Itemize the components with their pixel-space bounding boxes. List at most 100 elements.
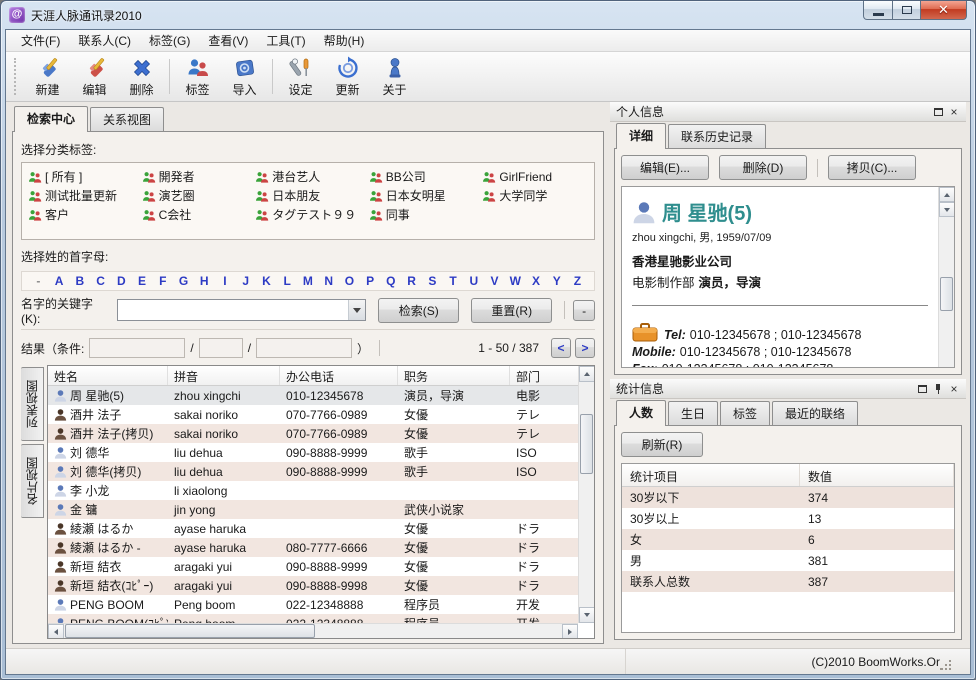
letter-link[interactable]: -: [28, 274, 49, 288]
statistics-row[interactable]: 女 6: [622, 529, 954, 550]
tab-birthday[interactable]: 生日: [668, 401, 718, 425]
table-row[interactable]: 新垣 結衣(ｺﾋﾟｰ) aragaki yui 090-8888-9998 女優…: [48, 576, 578, 595]
letter-link[interactable]: J: [235, 274, 256, 288]
column-stat-item[interactable]: 统计项目: [622, 464, 800, 486]
letter-link[interactable]: D: [111, 274, 132, 288]
tag-item[interactable]: GirlFriend: [478, 170, 592, 184]
panel-pin-button[interactable]: [930, 381, 946, 396]
tag-item[interactable]: 開発者: [138, 168, 252, 185]
tab-people-count[interactable]: 人数: [616, 400, 666, 426]
table-row[interactable]: 酒井 法子(拷贝) sakai noriko 070-7766-0989 女優 …: [48, 424, 578, 443]
panel-float-button[interactable]: [914, 381, 930, 396]
letter-link[interactable]: B: [69, 274, 90, 288]
edit-button[interactable]: 编辑(E)...: [621, 155, 709, 180]
scroll-right-button[interactable]: [562, 624, 578, 639]
tag-item[interactable]: 港台艺人: [251, 168, 365, 185]
scroll-left-button[interactable]: [48, 624, 64, 639]
letter-link[interactable]: V: [484, 274, 505, 288]
scroll-track[interactable]: [316, 624, 562, 638]
letter-link[interactable]: Y: [546, 274, 567, 288]
menu-file[interactable]: 文件(F): [12, 29, 69, 52]
tag-item[interactable]: [ 所有 ]: [24, 168, 138, 185]
settings-button[interactable]: 设定: [277, 54, 324, 99]
tab-tags[interactable]: 标签: [720, 401, 770, 425]
tab-detail[interactable]: 详细: [616, 123, 666, 149]
column-pinyin[interactable]: 拼音: [168, 366, 280, 385]
tag-item[interactable]: 客户: [24, 206, 138, 223]
condition-letter-field[interactable]: [199, 338, 243, 358]
tab-card-view[interactable]: 名片视图: [21, 444, 44, 518]
horizontal-scroll-thumb[interactable]: [65, 624, 315, 638]
column-department[interactable]: 部门: [510, 366, 578, 385]
letter-link[interactable]: Q: [380, 274, 401, 288]
statistics-row[interactable]: 联系人总数 387: [622, 571, 954, 592]
letter-link[interactable]: F: [152, 274, 173, 288]
tag-item[interactable]: 大学同学: [478, 187, 592, 204]
menu-help[interactable]: 帮助(H): [315, 29, 374, 52]
table-row[interactable]: 金 镛 jin yong 武侠小说家: [48, 500, 578, 519]
vertical-scroll-thumb[interactable]: [580, 414, 593, 474]
statistics-row[interactable]: 30岁以下 374: [622, 487, 954, 508]
statistics-row[interactable]: 30岁以上 13: [622, 508, 954, 529]
menu-view[interactable]: 查看(V): [199, 29, 257, 52]
maximize-button[interactable]: [893, 1, 921, 20]
letter-link[interactable]: A: [49, 274, 70, 288]
tab-recent-contacts[interactable]: 最近的联络: [772, 401, 858, 425]
scroll-up-button[interactable]: [939, 187, 955, 202]
letter-link[interactable]: T: [443, 274, 464, 288]
letter-link[interactable]: L: [277, 274, 298, 288]
tag-item[interactable]: 同事: [365, 206, 479, 223]
column-office-phone[interactable]: 办公电话: [280, 366, 398, 385]
tag-item[interactable]: タグテスト９９: [251, 206, 365, 223]
letter-link[interactable]: G: [173, 274, 194, 288]
prev-page-button[interactable]: <: [551, 338, 571, 358]
condition-tag-field[interactable]: [89, 338, 185, 358]
panel-close-button[interactable]: ×: [946, 381, 962, 396]
letter-link[interactable]: H: [194, 274, 215, 288]
copy-button[interactable]: 拷贝(C)...: [828, 155, 916, 180]
delete-button[interactable]: 删除(D): [719, 155, 807, 180]
tag-item[interactable]: 日本女明星: [365, 187, 479, 204]
tag-item[interactable]: 演艺圈: [138, 187, 252, 204]
letter-link[interactable]: W: [505, 274, 526, 288]
scroll-up-button[interactable]: [579, 366, 595, 382]
letter-link[interactable]: E: [132, 274, 153, 288]
minimize-button[interactable]: [863, 1, 893, 20]
column-name[interactable]: 姓名: [48, 366, 168, 385]
tags-button[interactable]: 标签: [174, 54, 221, 99]
letter-link[interactable]: K: [256, 274, 277, 288]
scroll-down-button[interactable]: [579, 607, 595, 623]
menu-contacts[interactable]: 联系人(C): [69, 29, 140, 52]
menu-tools[interactable]: 工具(T): [257, 29, 314, 52]
column-stat-value[interactable]: 数值: [800, 464, 954, 486]
delete-contact-button[interactable]: 删除: [118, 54, 165, 99]
table-row[interactable]: PENG BOOM Peng boom 022-12348888 程序员 开发: [48, 595, 578, 614]
close-button[interactable]: ✕: [921, 1, 967, 20]
scroll-down-button[interactable]: [939, 202, 955, 217]
tab-contact-history[interactable]: 联系历史记录: [668, 124, 766, 148]
condition-keyword-field[interactable]: [256, 338, 352, 358]
detail-scroll-thumb[interactable]: [940, 277, 953, 311]
letter-link[interactable]: S: [422, 274, 443, 288]
letter-link[interactable]: P: [360, 274, 381, 288]
statistics-row[interactable]: 男 381: [622, 550, 954, 571]
table-row[interactable]: 綾瀬 はるか ayase haruka 女優 ドラ: [48, 519, 578, 538]
letter-link[interactable]: M: [298, 274, 319, 288]
table-row[interactable]: PENG BOOM(ｺﾋﾟ) Peng boom 022-12348888 程序…: [48, 614, 578, 623]
table-row[interactable]: 綾瀬 はるか - ayase haruka 080-7777-6666 女優 ド…: [48, 538, 578, 557]
table-row[interactable]: 周 星驰(5) zhou xingchi 010-12345678 演员，导演 …: [48, 386, 578, 405]
table-row[interactable]: 李 小龙 li xiaolong: [48, 481, 578, 500]
search-button[interactable]: 检索(S): [378, 298, 459, 323]
tag-item[interactable]: 测试批量更新: [24, 187, 138, 204]
letter-link[interactable]: I: [215, 274, 236, 288]
panel-float-button[interactable]: [930, 104, 946, 119]
letter-link[interactable]: N: [318, 274, 339, 288]
tab-list-view[interactable]: 列表视图: [21, 367, 44, 441]
table-row[interactable]: 刘 德华(拷贝) liu dehua 090-8888-9999 歌手 ISO: [48, 462, 578, 481]
tag-item[interactable]: 日本朋友: [251, 187, 365, 204]
keyword-dropdown-button[interactable]: [348, 300, 365, 320]
tab-relation-view[interactable]: 关系视图: [90, 107, 164, 131]
collapse-button[interactable]: -: [573, 300, 595, 321]
table-row[interactable]: 新垣 結衣 aragaki yui 090-8888-9999 女優 ドラ: [48, 557, 578, 576]
tag-item[interactable]: BB公司: [365, 168, 479, 185]
